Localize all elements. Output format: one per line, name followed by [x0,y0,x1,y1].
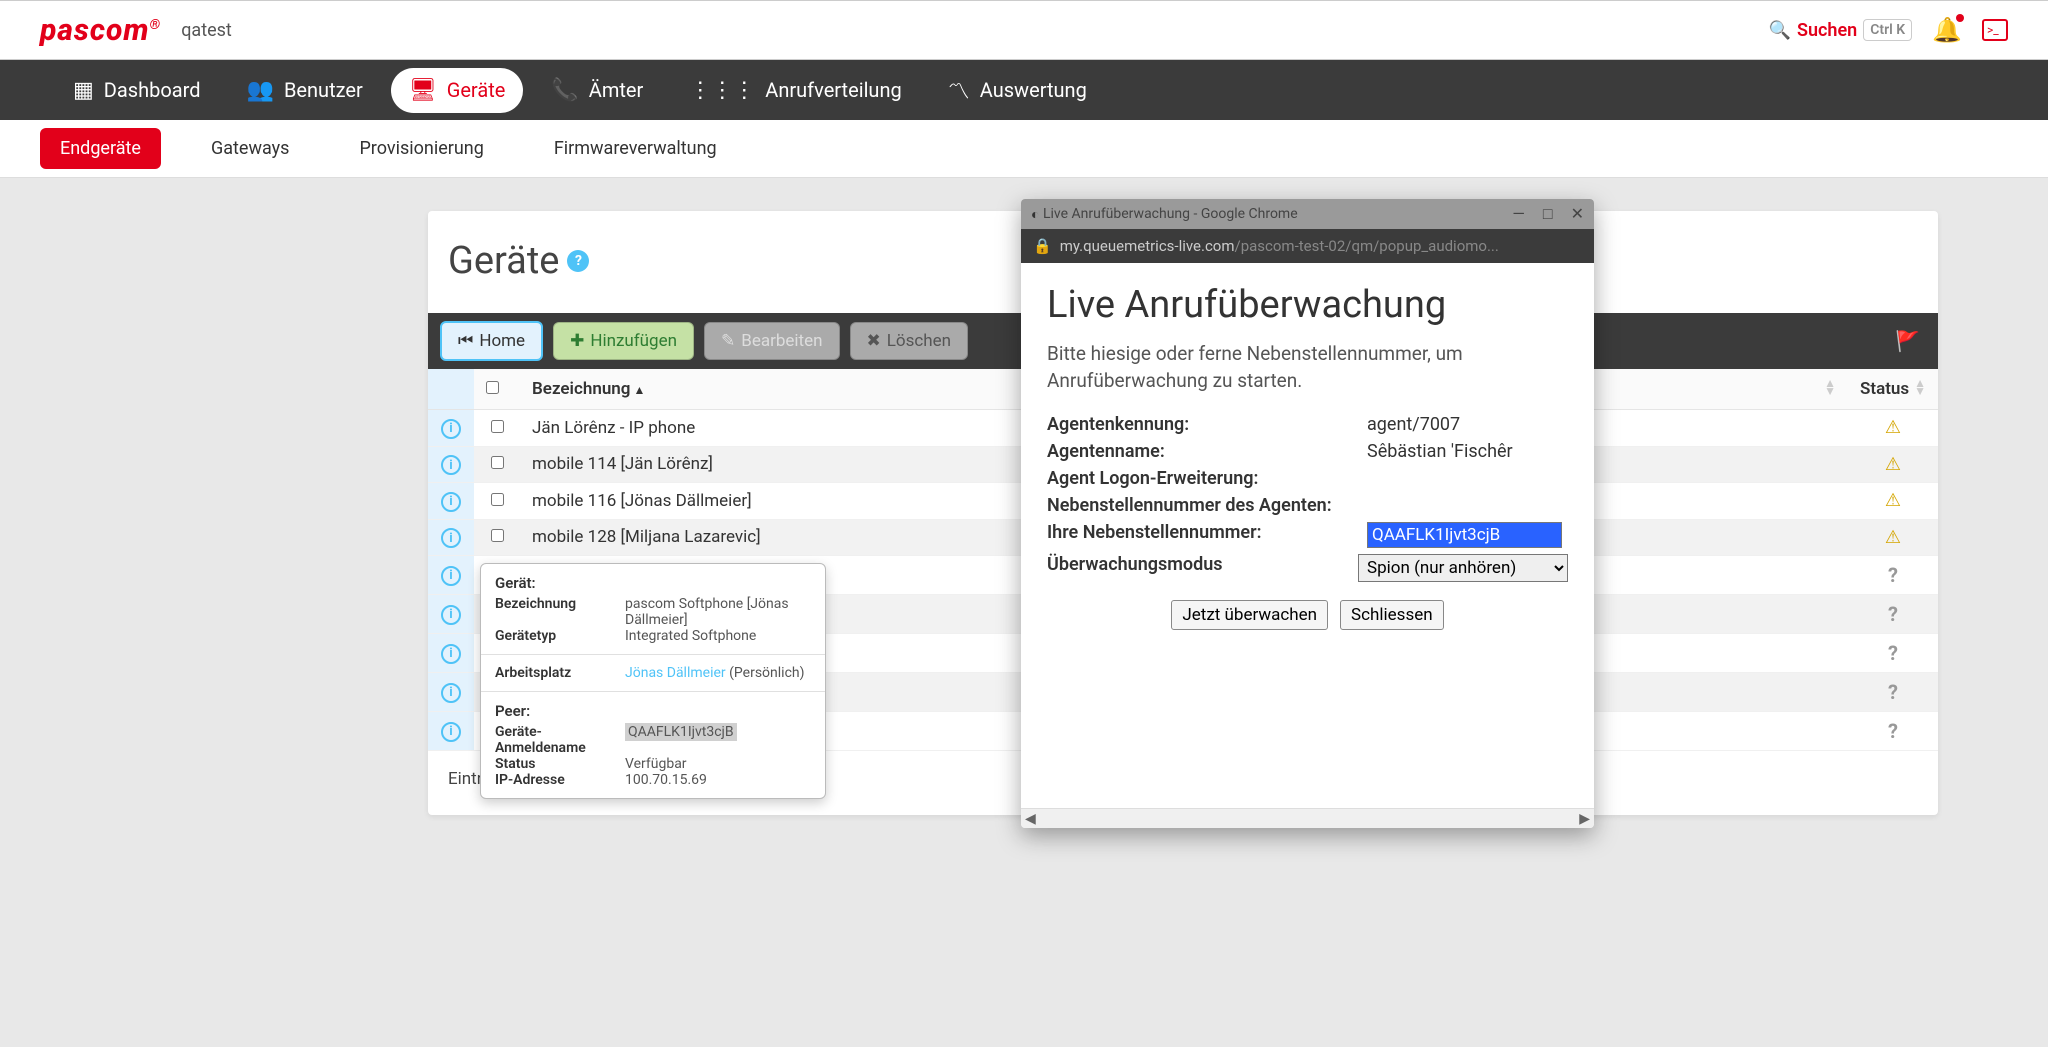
info-icon[interactable]: i [441,605,461,625]
popup-intro: Bitte hiesige oder ferne Nebenstellennum… [1047,341,1568,394]
close-button[interactable]: Schliessen [1340,600,1444,630]
col-info [428,369,474,410]
info-icon[interactable]: i [441,419,461,439]
search-icon: 🔍 [1769,20,1791,41]
home-button[interactable]: ⏮Home [440,321,543,361]
subnav-gateways[interactable]: Gateways [191,128,309,169]
users-icon: 👥 [247,78,274,103]
pencil-icon: ✎ [721,331,735,351]
info-icon[interactable]: i [441,528,461,548]
row-check[interactable] [491,456,504,469]
home-icon: ⏮ [458,331,473,351]
phone-icon: 📞 [551,78,578,103]
tooltip-workplace-link[interactable]: Jönas Dällmeier [625,665,726,681]
tooltip-section-device: Gerät: [495,574,811,592]
cell-status: ⚠ [1848,446,1938,483]
status-warn-icon: ⚠ [1885,490,1901,511]
chrome-icon: ◐ [1031,206,1039,223]
bell-icon[interactable]: 🔔 [1932,16,1962,44]
device-tooltip: Gerät: Bezeichnungpascom Softphone [Jöna… [480,563,826,799]
status-warn-icon: ⚠ [1885,527,1901,548]
col-status[interactable]: Status▲▼ [1848,369,1938,410]
nav-devices[interactable]: 🖥Geräte [391,68,524,113]
topbar: pascom® qatest 🔍 Suchen Ctrl K 🔔 >_ [0,0,2048,60]
tenant-label: qatest [181,20,232,41]
devices-icon: 🖥 [409,78,437,103]
status-unknown-icon: ? [1888,680,1898,704]
cell-status: ? [1848,556,1938,595]
row-check[interactable] [491,529,504,542]
status-unknown-icon: ? [1888,641,1898,665]
cell-status: ⚠ [1848,483,1938,520]
info-icon[interactable]: i [441,644,461,664]
lock-icon: 🔒 [1033,237,1052,255]
info-icon[interactable]: i [441,455,461,475]
search-label: Suchen [1797,20,1857,41]
terminal-icon[interactable]: >_ [1982,19,2008,41]
edit-button[interactable]: ✎Bearbeiten [704,322,840,360]
cell-status: ? [1848,595,1938,634]
info-icon[interactable]: i [441,566,461,586]
plus-icon: ✚ [570,331,584,351]
nav-callrouting[interactable]: ⋮⋮⋮Anrufverteilung [671,68,919,113]
check-all[interactable] [486,381,499,394]
status-unknown-icon: ? [1888,719,1898,743]
x-icon: ✖ [867,331,881,351]
search-button[interactable]: 🔍 Suchen Ctrl K [1769,19,1913,41]
popup-window-title: Live Anrufüberwachung - Google Chrome [1043,206,1512,222]
grid-icon: ⋮⋮⋮ [689,78,755,103]
maximize-icon[interactable]: □ [1543,204,1553,224]
row-check[interactable] [491,420,504,433]
dashboard-icon: ▦ [73,78,94,103]
nav-reports[interactable]: 〽Auswertung [930,64,1105,116]
subnav-firmware[interactable]: Firmwareverwaltung [534,128,737,169]
brand-logo: pascom® [40,13,161,48]
cell-status: ? [1848,634,1938,673]
add-button[interactable]: ✚Hinzufügen [553,322,694,360]
search-shortcut: Ctrl K [1863,19,1912,41]
popup-titlebar[interactable]: ◐ Live Anrufüberwachung - Google Chrome … [1021,199,1594,229]
tooltip-section-peer: Peer: [495,702,811,720]
extension-input[interactable] [1367,522,1562,548]
nav-dashboard[interactable]: ▦Dashboard [55,68,219,113]
help-icon[interactable]: ? [567,250,589,272]
cell-status: ⚠ [1848,519,1938,556]
chart-icon: 〽 [948,74,970,106]
cell-status: ? [1848,712,1938,751]
sub-nav: Endgeräte Gateways Provisionierung Firmw… [0,120,2048,178]
page-title: Geräte [448,239,559,283]
close-icon[interactable]: ✕ [1571,204,1584,224]
info-icon[interactable]: i [441,722,461,742]
status-warn-icon: ⚠ [1885,417,1901,438]
cell-status: ⚠ [1848,410,1938,447]
row-check[interactable] [491,493,504,506]
nav-trunks[interactable]: 📞Ämter [533,68,661,113]
delete-button[interactable]: ✖Löschen [850,322,969,360]
cell-status: ? [1848,673,1938,712]
minimize-icon[interactable]: ― [1512,204,1525,224]
monitor-button[interactable]: Jetzt überwachen [1171,600,1328,630]
col-check-all[interactable] [474,369,520,410]
subnav-endpoints[interactable]: Endgeräte [40,128,161,169]
popup-heading: Live Anrufüberwachung [1047,283,1568,327]
tooltip-login-name: QAAFLK1Ijvt3cjB [625,723,737,741]
info-icon[interactable]: i [441,492,461,512]
status-warn-icon: ⚠ [1885,454,1901,475]
popup-scrollbar[interactable]: ◀▶ [1021,808,1594,828]
filter-reset-icon[interactable]: 🚩 [1895,329,1920,353]
mode-select[interactable]: Spion (nur anhören) [1358,554,1568,582]
info-icon[interactable]: i [441,683,461,703]
popup-url-bar[interactable]: 🔒 my.queuemetrics-live.com/pascom-test-0… [1021,229,1594,263]
status-unknown-icon: ? [1888,563,1898,587]
nav-users[interactable]: 👥Benutzer [229,68,381,113]
status-unknown-icon: ? [1888,602,1898,626]
subnav-provisioning[interactable]: Provisionierung [339,128,503,169]
popup-window: ◐ Live Anrufüberwachung - Google Chrome … [1021,199,1594,828]
main-nav: ▦Dashboard 👥Benutzer 🖥Geräte 📞Ämter ⋮⋮⋮A… [0,60,2048,120]
